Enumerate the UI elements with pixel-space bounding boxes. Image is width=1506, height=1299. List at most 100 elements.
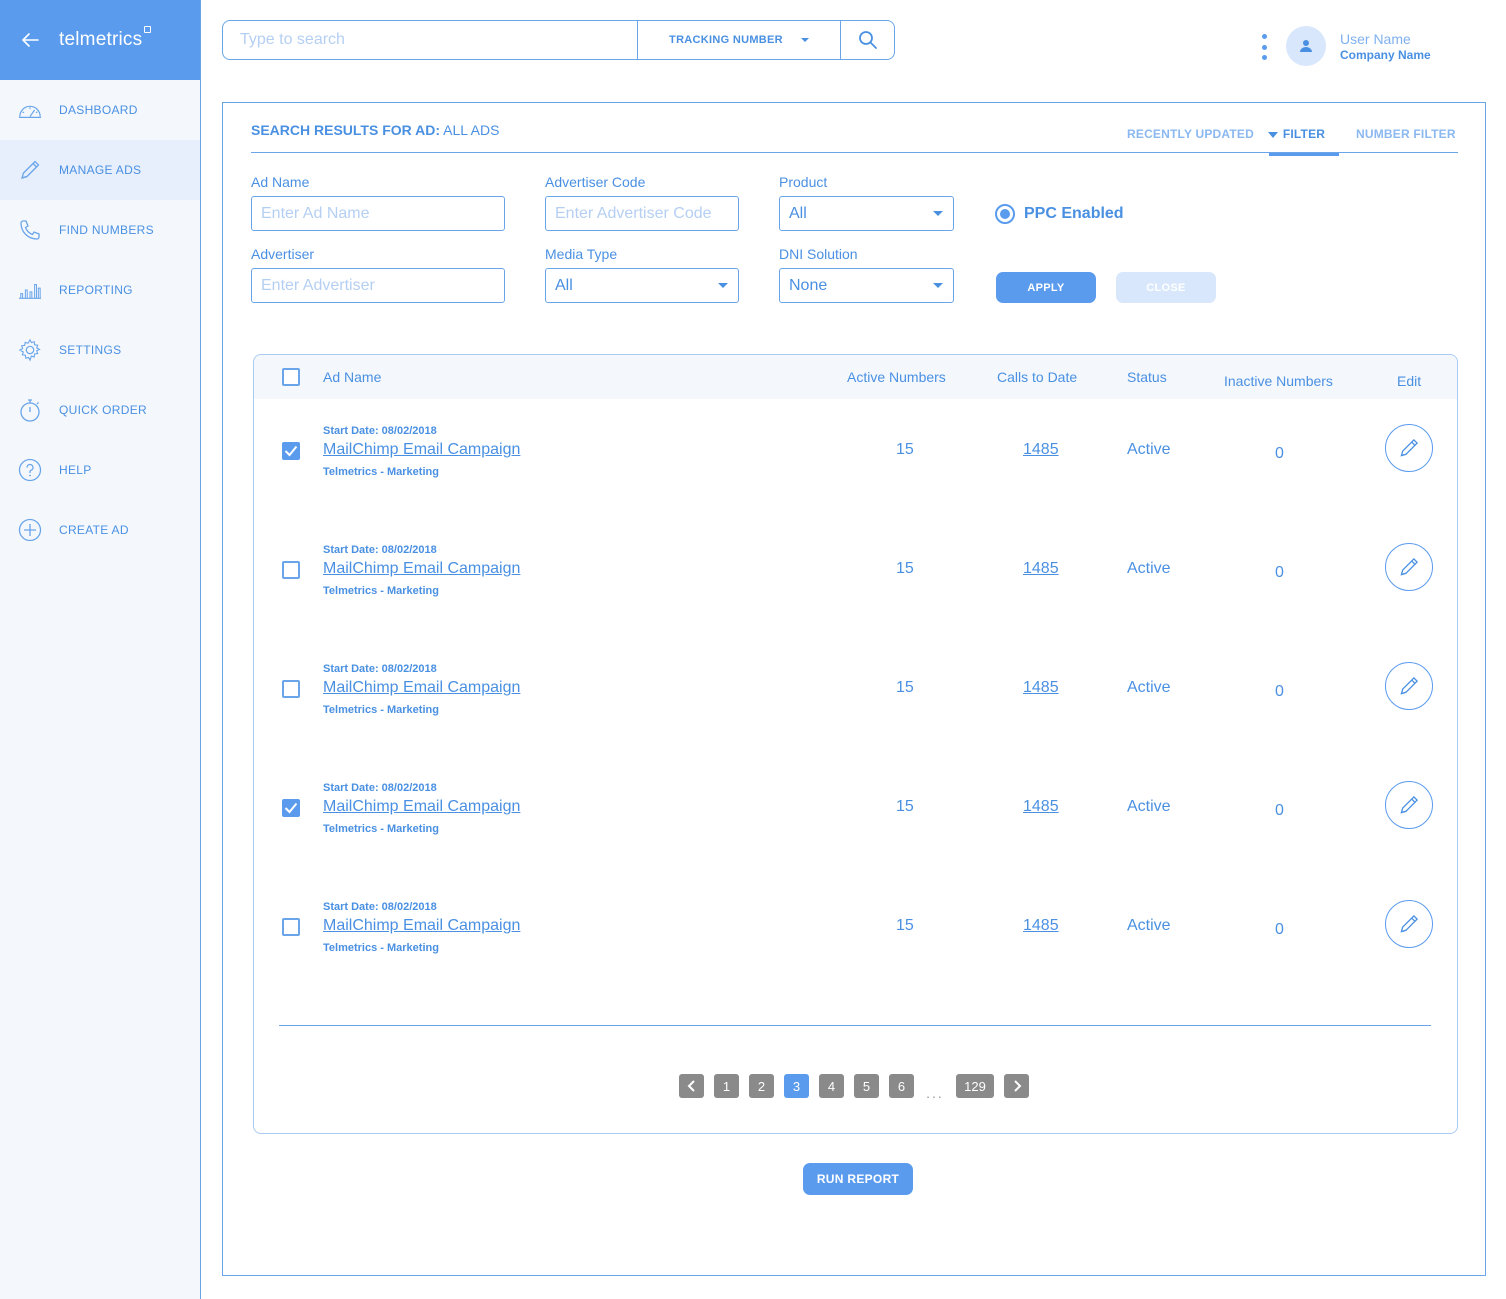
- search-input[interactable]: [223, 21, 637, 59]
- pencil-icon: [1400, 914, 1419, 933]
- row-ad-name-link[interactable]: MailChimp Email Campaign: [323, 560, 520, 578]
- sidebar-item-dashboard[interactable]: DASHBOARD: [0, 80, 200, 140]
- sidebar-item-find-numbers[interactable]: FIND NUMBERS: [0, 200, 200, 260]
- next-page-button[interactable]: [1004, 1074, 1029, 1098]
- row-calls-link[interactable]: 1485: [1023, 679, 1059, 697]
- tab-filter[interactable]: FILTER: [1269, 127, 1339, 156]
- row-edit-button[interactable]: [1385, 662, 1433, 710]
- sidebar-item-manage-ads[interactable]: MANAGE ADS: [0, 140, 200, 200]
- row-edit-button[interactable]: [1385, 781, 1433, 829]
- apply-button[interactable]: APPLY: [996, 272, 1096, 303]
- page-button-6[interactable]: 6: [889, 1074, 914, 1098]
- page-button-1[interactable]: 1: [714, 1074, 739, 1098]
- table-row: Start Date: 08/02/2018 MailChimp Email Ca…: [254, 756, 1457, 875]
- more-options-icon[interactable]: [1260, 34, 1268, 60]
- row-calls-link[interactable]: 1485: [1023, 441, 1059, 459]
- user-name: User Name: [1340, 31, 1411, 47]
- pencil-icon: [1400, 438, 1419, 457]
- search-icon: [858, 31, 877, 49]
- sidebar-item-help[interactable]: HELP: [0, 440, 200, 500]
- column-ad-name[interactable]: Ad Name: [323, 369, 381, 385]
- sidebar-item-settings[interactable]: SETTINGS: [0, 320, 200, 380]
- search-type-dropdown[interactable]: TRACKING NUMBER: [637, 21, 841, 59]
- page-button-4[interactable]: 4: [819, 1074, 844, 1098]
- sidebar-item-reporting[interactable]: REPORTING: [0, 260, 200, 320]
- column-edit: Edit: [1397, 373, 1422, 389]
- row-ad-name-link[interactable]: MailChimp Email Campaign: [323, 917, 520, 935]
- row-checkbox[interactable]: [282, 442, 300, 460]
- column-inactive-numbers[interactable]: Inactive Numbers: [1224, 373, 1333, 389]
- product-select[interactable]: All: [779, 196, 954, 231]
- row-advertiser: Telmetrics - Marketing: [323, 704, 439, 716]
- dni-solution-label: DNI Solution: [779, 246, 858, 262]
- row-checkbox[interactable]: [282, 680, 300, 698]
- advertiser-label: Advertiser: [251, 246, 315, 262]
- user-info[interactable]: User Name Company Name: [1340, 31, 1431, 62]
- ad-name-label: Ad Name: [251, 174, 310, 190]
- product-label: Product: [779, 174, 828, 190]
- dni-solution-select[interactable]: None: [779, 268, 954, 303]
- row-ad-name-link[interactable]: MailChimp Email Campaign: [323, 441, 520, 459]
- row-advertiser: Telmetrics - Marketing: [323, 942, 439, 954]
- row-checkbox[interactable]: [282, 918, 300, 936]
- sidebar-item-label: DASHBOARD: [59, 103, 138, 117]
- row-status: Active: [1127, 798, 1171, 815]
- table-row: Start Date: 08/02/2018 MailChimp Email Ca…: [254, 875, 1457, 994]
- avatar[interactable]: [1286, 26, 1326, 66]
- tab-number-filter[interactable]: NUMBER FILTER: [1356, 127, 1456, 141]
- tab-recently-updated[interactable]: RECENTLY UPDATED: [1127, 127, 1278, 141]
- row-calls-link[interactable]: 1485: [1023, 560, 1059, 578]
- column-status[interactable]: Status: [1127, 369, 1167, 385]
- gear-icon: [18, 338, 42, 362]
- page-button-3[interactable]: 3: [784, 1074, 809, 1098]
- sidebar-item-create-ad[interactable]: CREATE AD: [0, 500, 200, 560]
- app: telmetrics DASHBOARD MANAGE ADS FIND NUM…: [0, 0, 1506, 1299]
- advertiser-code-field-wrapper: [545, 196, 739, 231]
- select-all-checkbox[interactable]: [282, 368, 300, 386]
- run-report-button[interactable]: RUN REPORT: [803, 1163, 913, 1195]
- sidebar-item-label: HELP: [59, 463, 92, 477]
- media-type-value: All: [555, 276, 573, 294]
- ad-name-field[interactable]: [261, 204, 504, 223]
- row-calls-link[interactable]: 1485: [1023, 798, 1059, 816]
- row-inactive-numbers: 0: [1275, 445, 1284, 462]
- sidebar-nav: DASHBOARD MANAGE ADS FIND NUMBERS REPORT…: [0, 80, 200, 560]
- row-edit-button[interactable]: [1385, 543, 1433, 591]
- row-checkbox[interactable]: [282, 799, 300, 817]
- row-ad-name-link[interactable]: MailChimp Email Campaign: [323, 798, 520, 816]
- prev-page-button[interactable]: [679, 1074, 704, 1098]
- row-calls-link[interactable]: 1485: [1023, 917, 1059, 935]
- row-start-date: Start Date: 08/02/2018: [323, 544, 437, 556]
- row-edit-button[interactable]: [1385, 424, 1433, 472]
- search-button[interactable]: [841, 21, 894, 59]
- sidebar-item-quick-order[interactable]: QUICK ORDER: [0, 380, 200, 440]
- media-type-label: Media Type: [545, 246, 618, 262]
- row-status: Active: [1127, 441, 1171, 458]
- back-arrow-icon[interactable]: [20, 30, 40, 50]
- page-button-last[interactable]: 129: [956, 1074, 994, 1098]
- row-active-numbers: 15: [896, 441, 914, 458]
- row-active-numbers: 15: [896, 917, 914, 934]
- page-list: 123456: [714, 1074, 924, 1098]
- results-title: SEARCH RESULTS FOR AD: ALL ADS: [251, 122, 499, 138]
- sidebar-item-label: QUICK ORDER: [59, 403, 147, 417]
- search-type-label: TRACKING NUMBER: [669, 34, 783, 46]
- row-inactive-numbers: 0: [1275, 564, 1284, 581]
- column-calls-to-date[interactable]: Calls to Date: [997, 369, 1077, 385]
- page-button-5[interactable]: 5: [854, 1074, 879, 1098]
- row-edit-button[interactable]: [1385, 900, 1433, 948]
- page-button-2[interactable]: 2: [749, 1074, 774, 1098]
- advertiser-code-field[interactable]: [555, 204, 738, 223]
- advertiser-field[interactable]: [261, 276, 504, 295]
- sidebar-item-label: MANAGE ADS: [59, 163, 142, 177]
- chevron-left-icon: [687, 1080, 695, 1092]
- row-ad-name-link[interactable]: MailChimp Email Campaign: [323, 679, 520, 697]
- ppc-enabled-radio[interactable]: PPC Enabled: [995, 204, 1124, 224]
- row-checkbox[interactable]: [282, 561, 300, 579]
- media-type-select[interactable]: All: [545, 268, 739, 303]
- close-button[interactable]: CLOSE: [1116, 272, 1216, 303]
- brand-logo: telmetrics: [59, 26, 152, 51]
- tab-label: FILTER: [1282, 127, 1326, 141]
- column-active-numbers[interactable]: Active Numbers: [847, 369, 946, 385]
- chevron-right-icon: [1013, 1080, 1021, 1092]
